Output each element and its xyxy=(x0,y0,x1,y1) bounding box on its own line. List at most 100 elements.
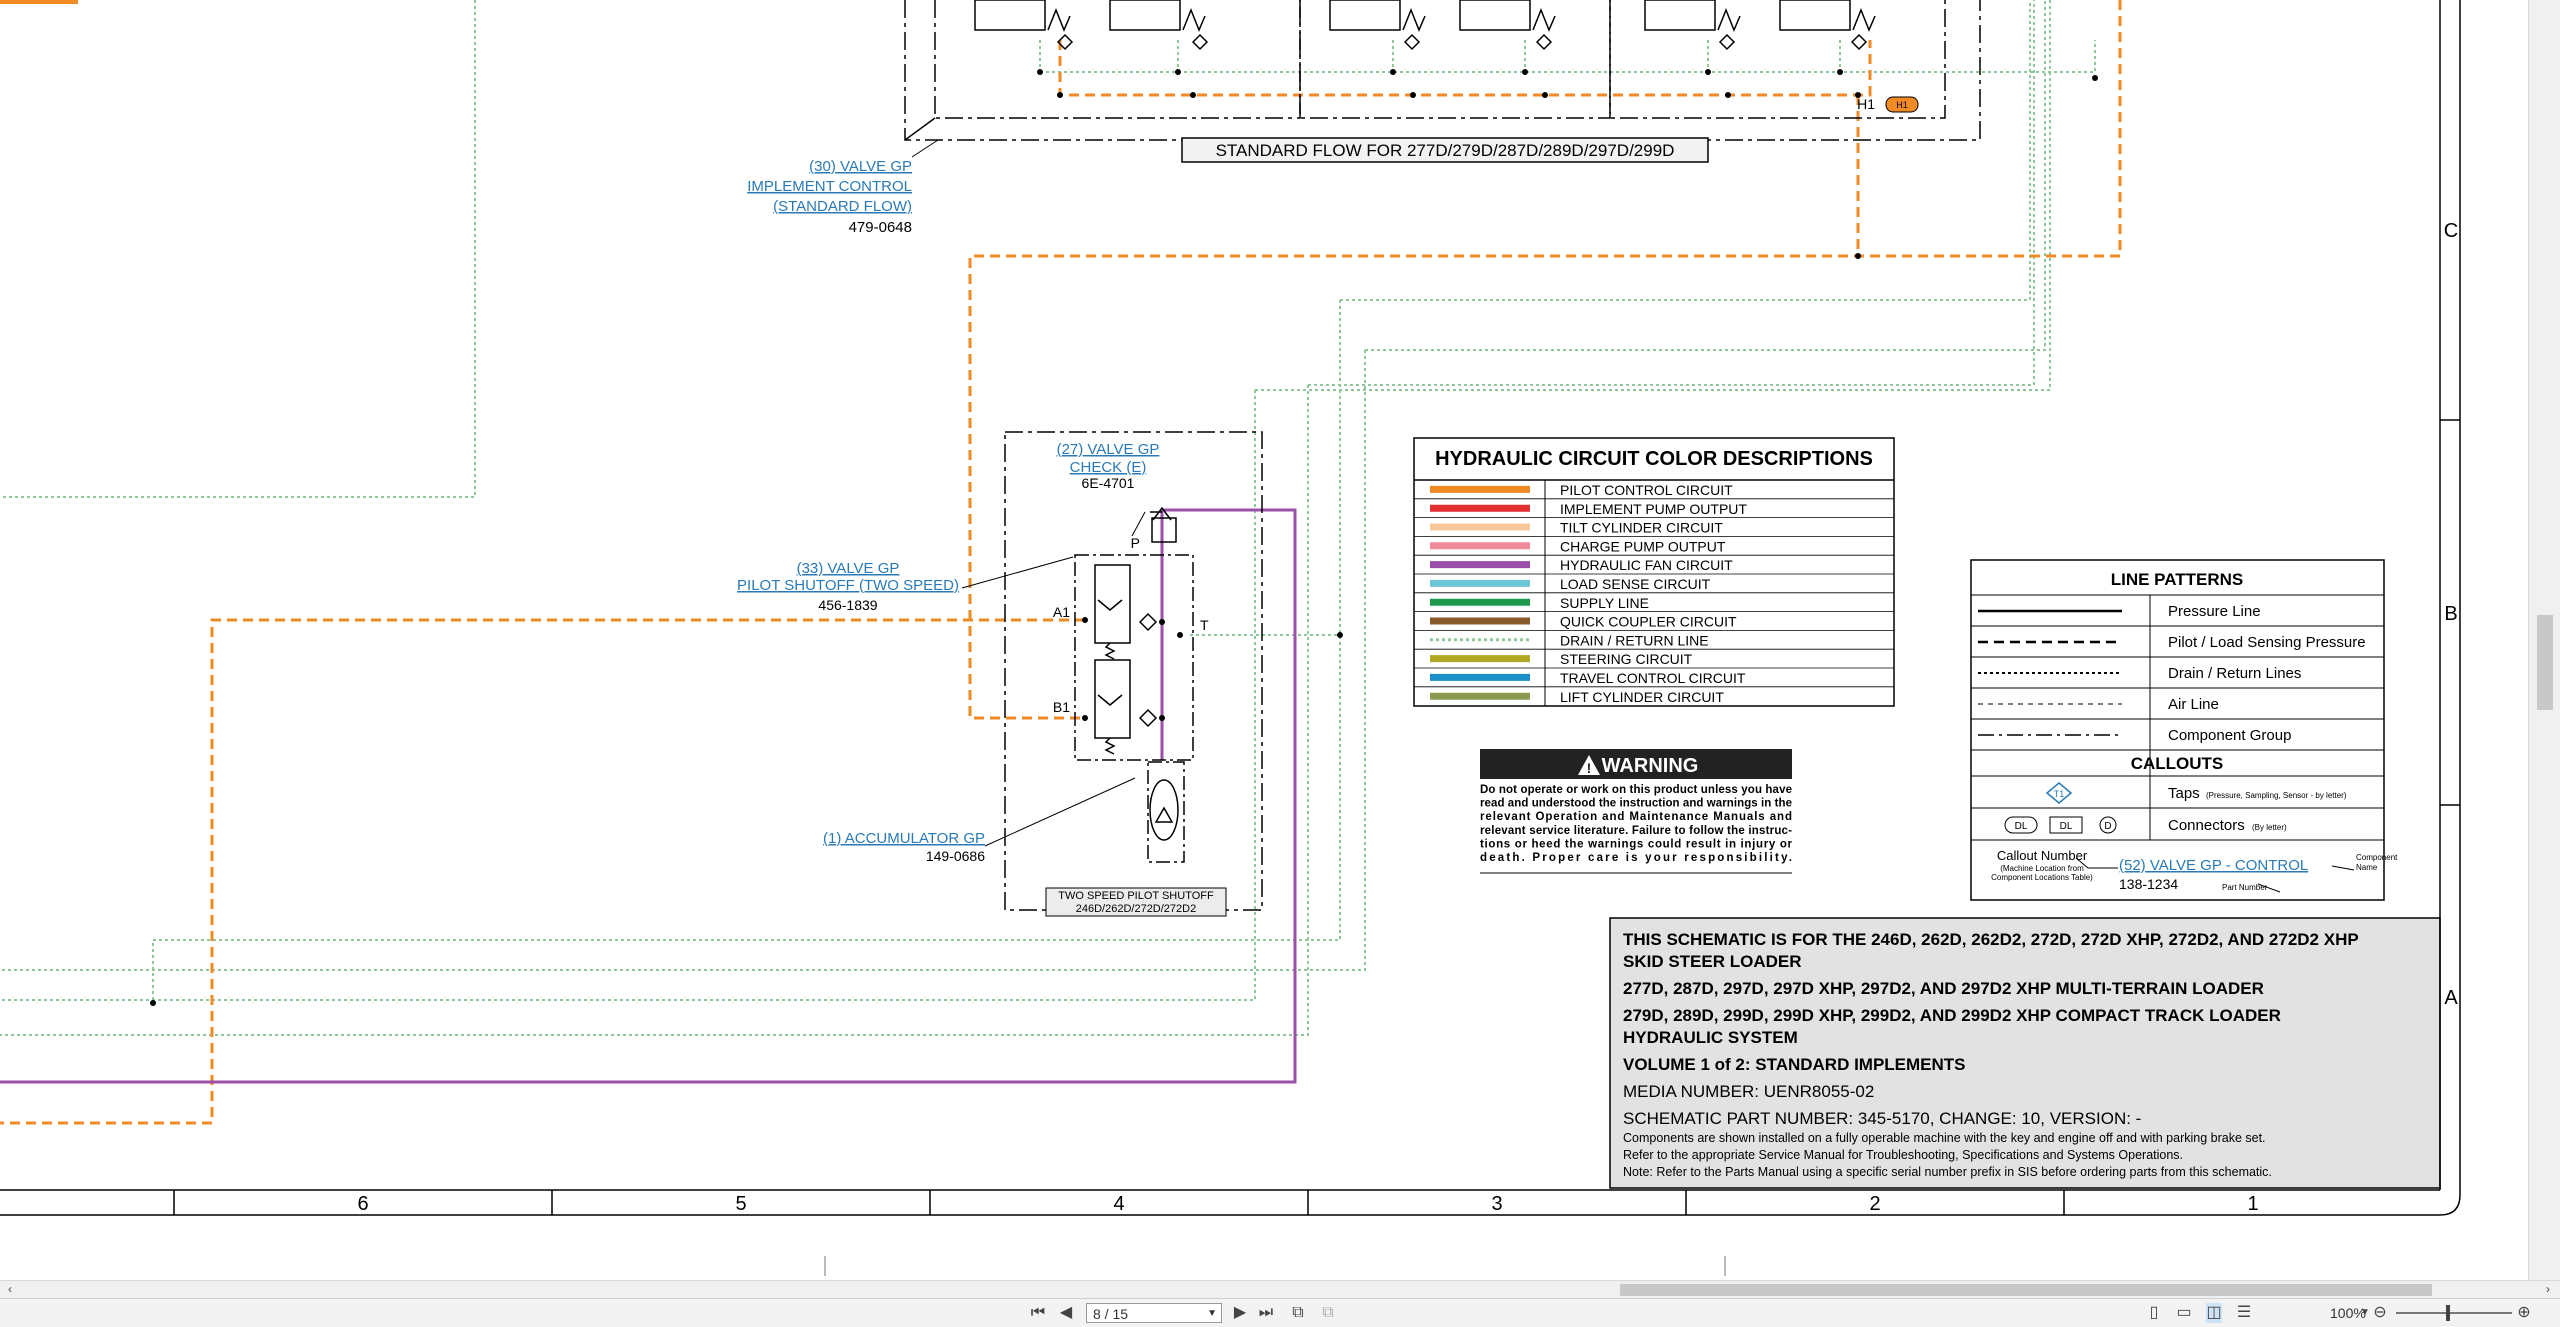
warning-line: tions or heed the warnings could result … xyxy=(1480,838,1793,850)
vertical-scroll-thumb[interactable] xyxy=(2537,615,2553,710)
grid-column-label: 5 xyxy=(735,1193,746,1215)
title-line4: 279D, 289D, 299D, 299D XHP, 299D2, AND 2… xyxy=(1623,1006,2281,1025)
line-patterns-title: LINE PATTERNS xyxy=(2111,570,2244,589)
grid-column-label: 2 xyxy=(1869,1193,1880,1215)
zoom-out-icon[interactable]: ⊖ xyxy=(2372,1303,2388,1323)
warning-line: relevant service literature. Failure to … xyxy=(1480,825,1792,837)
pilot-box-line1: TWO SPEED PILOT SHUTOFF xyxy=(1058,890,1214,902)
connector-dl-2: DL xyxy=(2060,821,2073,832)
lp-drain-label: Drain / Return Lines xyxy=(2168,665,2301,682)
callout-number-label: Callout Number xyxy=(1997,848,2088,863)
lp-pressure-label: Pressure Line xyxy=(2168,603,2261,620)
lp-pilot-label: Pilot / Load Sensing Pressure xyxy=(2168,634,2366,651)
component-name-2: Name xyxy=(2356,863,2378,872)
valve30-link-1[interactable]: (30) VALVE GP xyxy=(809,158,912,175)
color-row-label: IMPLEMENT PUMP OUTPUT xyxy=(1560,501,1747,517)
valve27-part: 6E-4701 xyxy=(1082,475,1135,491)
connectors-label: Connectors xyxy=(2168,817,2245,834)
callouts-title: CALLOUTS xyxy=(2131,754,2224,773)
warning-line: relevant Operation and Maintenance Manua… xyxy=(1480,811,1792,823)
port-a1: A1 xyxy=(1053,604,1070,620)
document-page: STANDARD FLOW FOR 277D/279D/287D/289D/29… xyxy=(0,0,2528,1280)
valve30-link-3[interactable]: (STANDARD FLOW) xyxy=(773,198,912,215)
zoom-in-icon[interactable]: ⊕ xyxy=(2516,1303,2532,1323)
title-note1: Components are shown installed on a full… xyxy=(1623,1131,2266,1145)
scroll-left-icon[interactable]: ‹ xyxy=(2,1279,18,1299)
leader-lines xyxy=(961,511,1146,847)
port-b1: B1 xyxy=(1053,699,1070,715)
valve-bank-top xyxy=(904,0,1981,141)
callout-sub-1: (Machine Location from xyxy=(2000,864,2084,873)
color-row-label: LOAD SENSE CIRCUIT xyxy=(1560,576,1711,592)
color-row-label: CHARGE PUMP OUTPUT xyxy=(1560,538,1726,554)
accumulator-part: 149-0686 xyxy=(926,848,985,864)
warning-text: Do not operate or work on this product u… xyxy=(1480,784,1793,864)
color-table-title: HYDRAULIC CIRCUIT COLOR DESCRIPTIONS xyxy=(1435,448,1873,470)
accumulator-link[interactable]: (1) ACCUMULATOR GP xyxy=(823,830,985,847)
next-page-icon[interactable]: ▶ xyxy=(1232,1303,1248,1323)
valve27-link-2[interactable]: CHECK (E) xyxy=(1070,459,1147,476)
h1-label: H1 xyxy=(1857,96,1875,112)
grid-column-label: 1 xyxy=(2247,1193,2258,1215)
valve30-link-2[interactable]: IMPLEMENT CONTROL xyxy=(747,178,912,195)
title-line5: HYDRAULIC SYSTEM xyxy=(1623,1028,1798,1047)
grid-row-label: B xyxy=(2444,603,2457,625)
color-row-label: LIFT CYLINDER CIRCUIT xyxy=(1560,689,1724,705)
color-row-label: TILT CYLINDER CIRCUIT xyxy=(1560,520,1723,536)
two-page-view-icon[interactable]: ◫ xyxy=(2206,1303,2222,1323)
horizontal-scroll-thumb[interactable] xyxy=(1620,1284,2432,1296)
page-indicator: 8 / 15 xyxy=(1093,1306,1129,1322)
title-line1: THIS SCHEMATIC IS FOR THE 246D, 262D, 26… xyxy=(1623,930,2359,949)
page-dropdown-icon[interactable]: ▼ xyxy=(1207,1304,1217,1324)
lp-air-label: Air Line xyxy=(2168,696,2219,713)
status-bar: ⏮ ◀ 8 / 15 ▼ ▶ ⏭ ⧉ ⧉ ▯ ▭ ◫ ☰ 100% ▼ ⊖ ⊕ xyxy=(0,1298,2560,1327)
active-tab-indicator xyxy=(0,0,78,4)
color-row-label: PILOT CONTROL CIRCUIT xyxy=(1560,482,1733,498)
taps-sub: (Pressure, Sampling, Sensor - by letter) xyxy=(2206,791,2347,800)
grid-row-label: A xyxy=(2444,987,2458,1009)
warning-line: Do not operate or work on this product u… xyxy=(1480,784,1792,796)
warning-line: death. Proper care is your responsibilit… xyxy=(1480,852,1792,864)
previous-page-icon[interactable]: ◀ xyxy=(1058,1303,1074,1323)
zoom-slider-knob[interactable] xyxy=(2446,1305,2450,1321)
color-row-label: DRAIN / RETURN LINE xyxy=(1560,632,1709,648)
title-media: MEDIA NUMBER: UENR8055-02 xyxy=(1623,1082,1874,1101)
port-t: T xyxy=(1200,617,1209,633)
callout-example-part: 138-1234 xyxy=(2119,876,2178,892)
color-row-label: SUPPLY LINE xyxy=(1560,595,1649,611)
valve33-part: 456-1839 xyxy=(818,597,877,613)
continuous-view-icon[interactable]: ▭ xyxy=(2176,1303,2192,1323)
callout-example-link[interactable]: (52) VALVE GP - CONTROL xyxy=(2119,857,2308,874)
first-page-icon[interactable]: ⏮ xyxy=(1030,1303,1046,1323)
svg-text:!: ! xyxy=(1587,760,1592,776)
copy-view-icon[interactable]: ⧉ xyxy=(1290,1303,1306,1323)
grid-column-label: 6 xyxy=(357,1193,368,1215)
valve33-link-1[interactable]: (33) VALVE GP xyxy=(797,560,900,577)
warning-title: WARNING xyxy=(1602,755,1699,777)
pilot-shutoff-group xyxy=(1004,431,1263,911)
color-description-table: PILOT CONTROL CIRCUIT IMPLEMENT PUMP OUTP… xyxy=(1413,437,1895,707)
scroll-right-icon[interactable]: › xyxy=(2540,1279,2556,1299)
single-page-view-icon[interactable]: ▯ xyxy=(2146,1303,2162,1323)
vertical-scrollbar[interactable] xyxy=(2528,0,2560,1280)
pilot-box-line2: 246D/262D/272D/272D2 xyxy=(1076,903,1196,915)
title-note2: Refer to the appropriate Service Manual … xyxy=(1623,1148,2183,1162)
grid-row-label: C xyxy=(2444,220,2458,242)
two-page-continuous-icon[interactable]: ☰ xyxy=(2236,1303,2252,1323)
zoom-slider[interactable] xyxy=(2396,1312,2512,1314)
valve30-part: 479-0648 xyxy=(849,219,912,236)
zoom-dropdown-icon[interactable]: ▼ xyxy=(2357,1303,2373,1323)
color-row-label: QUICK COUPLER CIRCUIT xyxy=(1560,614,1737,630)
connector-d: D xyxy=(2104,821,2111,832)
part-number-label: Part Number xyxy=(2222,883,2268,892)
color-row-label: STEERING CIRCUIT xyxy=(1560,651,1693,667)
valve33-link-2[interactable]: PILOT SHUTOFF (TWO SPEED) xyxy=(737,577,959,594)
connectors-sub: (By letter) xyxy=(2252,823,2287,832)
hydraulic-schematic: STANDARD FLOW FOR 277D/279D/287D/289D/29… xyxy=(0,0,2461,1276)
valve27-link-1[interactable]: (27) VALVE GP xyxy=(1057,441,1160,458)
horizontal-scrollbar[interactable]: ‹ › xyxy=(0,1280,2560,1299)
page-number-field[interactable]: 8 / 15 ▼ xyxy=(1086,1303,1222,1323)
title-part-number: SCHEMATIC PART NUMBER: 345-5170, CHANGE:… xyxy=(1623,1109,2141,1128)
paste-view-icon[interactable]: ⧉ xyxy=(1320,1303,1336,1323)
last-page-icon[interactable]: ⏭ xyxy=(1258,1303,1274,1323)
